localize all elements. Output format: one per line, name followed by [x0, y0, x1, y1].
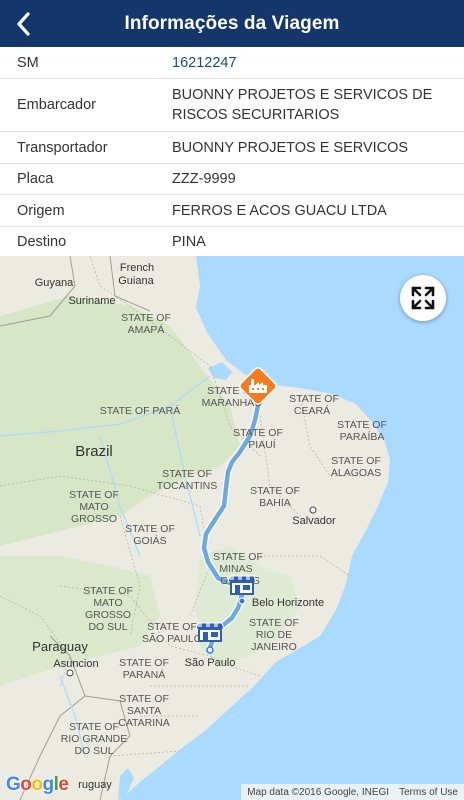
label-sp-state-1: STATE OF: [147, 621, 197, 633]
google-logo-e: e: [58, 774, 69, 795]
label-paraguay: Paraguay: [32, 639, 88, 654]
label-guyana: Guyana: [35, 277, 74, 289]
label-mato-grosso-2: MATO: [79, 501, 108, 513]
google-logo-o2: o: [31, 774, 43, 795]
label-ceara-1: STATE OF: [289, 393, 339, 405]
row-placa: Placa ZZZ-9999: [0, 164, 464, 195]
label-mato-grosso-3: GROSSO: [71, 513, 117, 525]
row-embarcador: Embarcador BUONNY PROJETOS E SERVICOS DE…: [0, 79, 464, 132]
map-attribution: Map data ©2016 Google, INEGI Terms of Us…: [241, 784, 464, 800]
salvador-dot: [309, 506, 317, 514]
label-santa-catarina-3: CATARINA: [118, 717, 170, 729]
label-ms-1: STATE OF: [83, 585, 133, 597]
label-amapa-2: AMAPÁ: [128, 323, 165, 336]
row-destino: Destino PINA: [0, 227, 464, 256]
asuncion-dot: [66, 669, 74, 677]
label-alagoas-2: ALAGOAS: [331, 467, 381, 479]
label-destino: Destino: [17, 233, 67, 250]
row-transportador: Transportador BUONNY PROJETOS E SERVICOS: [0, 132, 464, 164]
waypoint-marker-2[interactable]: [195, 622, 225, 642]
sao-paulo-dot: [206, 646, 214, 654]
label-goias-1: STATE OF: [125, 523, 175, 535]
label-ms-3: GROSSO: [85, 609, 131, 621]
label-tocantins-2: TOCANTINS: [157, 480, 217, 492]
store-icon: [195, 622, 225, 642]
label-uruguay: ruguay: [78, 779, 112, 791]
label-rio-2: RIO DE: [256, 629, 292, 641]
google-logo-g2: g: [42, 774, 55, 795]
chevron-left-icon: [17, 11, 30, 36]
value-embarcador: BUONNY PROJETOS E SERVICOS DE RISCOS SEC…: [172, 87, 433, 123]
row-origem: Origem FERROS E ACOS GUACU LTDA: [0, 195, 464, 227]
value-origem: FERROS E ACOS GUACU LTDA: [172, 202, 387, 219]
label-belo-horizonte: Belo Horizonte: [252, 597, 324, 609]
label-placa: Placa: [17, 171, 54, 187]
label-ceara-2: CEARÁ: [294, 404, 330, 417]
terms-of-use-link[interactable]: Terms of Use: [399, 787, 458, 798]
page-title: Informações da Viagem: [124, 12, 340, 34]
value-destino: PINA: [172, 233, 206, 250]
label-ms-4: DO SUL: [88, 621, 127, 633]
label-bahia-1: STATE OF: [250, 485, 300, 497]
expand-icon: [411, 286, 435, 310]
label-minas-1: STATE OF: [213, 551, 263, 563]
label-amapa-1: STATE OF: [121, 312, 171, 324]
label-tocantins-1: STATE OF: [162, 468, 212, 480]
fullscreen-button[interactable]: [400, 275, 446, 321]
label-french-guiana-2: Guiana: [118, 275, 154, 287]
label-embarcador: Embarcador: [17, 97, 96, 113]
label-brazil: Brazil: [75, 443, 113, 460]
map-data-credit: Map data ©2016 Google, INEGI: [247, 786, 390, 798]
label-sao-paulo-city: São Paulo: [185, 657, 236, 669]
label-rgs-1: STATE OF: [69, 721, 119, 733]
label-paraiba-1: STATE OF: [337, 419, 387, 431]
store-icon: [227, 575, 257, 595]
label-rgs-2: RIO GRANDE: [61, 733, 128, 745]
google-logo-o1: o: [20, 774, 32, 795]
row-sm: SM 16212247: [0, 47, 464, 79]
label-piaui-2: PIAUÍ: [248, 438, 276, 451]
label-ms-2: MATO: [93, 597, 122, 609]
label-santa-catarina-2: SANTA: [127, 705, 161, 717]
app-bar: Informações da Viagem: [0, 0, 464, 47]
label-suriname: Suriname: [68, 295, 115, 307]
label-paraiba-2: PARAÍBA: [340, 430, 385, 443]
label-asuncion: Asuncion: [53, 658, 98, 670]
label-goias-2: GOIÁS: [133, 534, 166, 547]
label-transportador: Transportador: [17, 139, 108, 156]
label-origem: Origem: [17, 202, 65, 219]
google-logo: Google: [6, 774, 69, 796]
label-rgs-3: DO SUL: [74, 745, 113, 757]
label-french-guiana: French: [120, 262, 154, 274]
label-parana-1: STATE OF: [119, 657, 169, 669]
label-parana-2: PARANÁ: [123, 668, 165, 681]
back-button[interactable]: [4, 0, 44, 47]
route-map[interactable]: French Guiana Guyana Suriname STATE OF A…: [0, 256, 464, 800]
label-alagoas-1: STATE OF: [331, 455, 381, 467]
label-mato-grosso-1: STATE OF: [69, 489, 119, 501]
trip-info-table: SM 16212247 Embarcador BUONNY PROJETOS E…: [0, 47, 464, 256]
label-bahia-2: BAHIA: [259, 497, 291, 509]
map-canvas: French Guiana Guyana Suriname STATE OF A…: [0, 256, 464, 800]
value-transportador: BUONNY PROJETOS E SERVICOS: [172, 139, 409, 156]
value-placa: ZZZ-9999: [172, 171, 236, 187]
belo-horizonte-dot: [238, 597, 246, 605]
label-rio-3: JANEIRO: [251, 641, 297, 653]
label-sm: SM: [17, 54, 39, 71]
label-piaui-1: STATE OF: [233, 427, 283, 439]
value-sm[interactable]: 16212247: [172, 53, 464, 73]
label-para: STATE OF PARÁ: [100, 404, 181, 417]
label-sp-state-2: SÃO PAULO: [142, 632, 202, 645]
waypoint-marker-1[interactable]: [227, 575, 257, 595]
label-minas-2: MINAS: [219, 563, 252, 575]
google-logo-g: G: [6, 774, 21, 795]
label-santa-catarina-1: STATE OF: [119, 693, 169, 705]
label-salvador: Salvador: [292, 515, 336, 527]
label-rio-1: STATE OF: [249, 617, 299, 629]
